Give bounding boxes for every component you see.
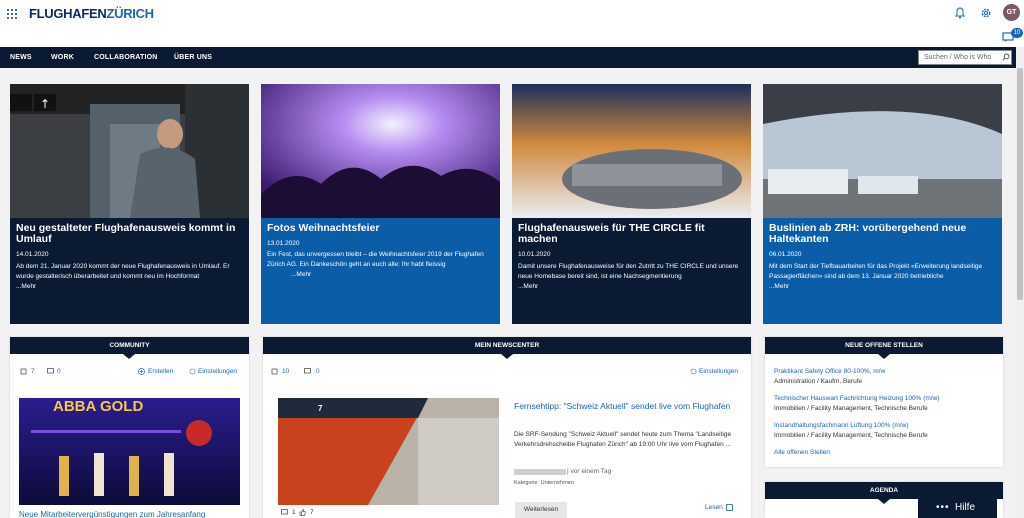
news-more-link[interactable]: ...Mehr [291, 270, 500, 280]
newscenter-comment-count: 0 [316, 368, 320, 375]
jobs-heading-notch [878, 354, 890, 359]
gear-icon[interactable] [980, 7, 992, 19]
nav-item-collaboration[interactable]: COLLABORATION [94, 47, 158, 68]
help-dots-icon: ••• [936, 502, 950, 513]
like-icon[interactable] [20, 368, 27, 375]
news-card-3[interactable]: Flughafenausweis für THE CIRCLE fit mach… [512, 84, 751, 324]
help-button[interactable]: ••• Hilfe [918, 497, 997, 518]
community-post-title[interactable]: Neue Mitarbeitervergünstigungen zum Jahr… [19, 510, 205, 518]
newscenter-settings-button[interactable]: Einstellungen [699, 368, 738, 375]
news-title[interactable]: Fotos Weihnachtsfeier [267, 223, 495, 234]
newscenter-author-placeholder [514, 469, 566, 475]
avatar[interactable]: GT [1003, 4, 1020, 21]
newscenter-heading: MEIN NEWSCENTER [263, 337, 751, 354]
news-card-2[interactable]: Fotos Weihnachtsfeier 13.01.2020 Ein Fes… [261, 84, 500, 324]
job-title[interactable]: Praktikant Safety Office 80-100%, m/w [774, 368, 885, 375]
search-input[interactable]: Suchen / Who is Who [918, 50, 1012, 65]
comment-icon[interactable] [281, 509, 288, 516]
all-jobs-link[interactable]: Alle offenen Stellen [774, 449, 830, 456]
newscenter-article-meta: | vor einem Tag [567, 468, 612, 475]
news-teaser: Damit unsere Flughafenausweise für den Z… [518, 263, 739, 280]
news-image-bus [763, 84, 1002, 218]
community-create-button[interactable]: Erstellen [148, 368, 173, 375]
community-comment-count: 0 [57, 368, 61, 375]
search-icon[interactable] [1002, 53, 1010, 61]
news-title[interactable]: Neu gestalteter Flughafenausweis kommt i… [16, 223, 244, 245]
job-category: Administration / Kaufm. Berufe [774, 378, 863, 385]
logo-accent: ZÜRICH [106, 6, 154, 21]
svg-text:↑: ↑ [40, 97, 50, 111]
agenda-heading-notch [878, 499, 890, 504]
community-poster-text: ABBA GOLD [53, 398, 144, 415]
news-title[interactable]: Flughafenausweis für THE CIRCLE fit mach… [518, 223, 746, 245]
newscenter-article-title[interactable]: Fernsehtipp: "Schweiz Aktuell" sendet li… [514, 400, 739, 412]
news-image-party [261, 84, 500, 218]
news-more-link[interactable]: ...Mehr [518, 282, 746, 292]
app-launcher-icon[interactable] [7, 9, 17, 19]
newscenter-footer-likes: 7 [310, 509, 314, 516]
job-title[interactable]: Technischer Hauswart Fachrichtung Heizun… [774, 395, 939, 402]
chat-badge: 10 [1011, 28, 1023, 38]
top-header: FLUGHAFENZÜRICH GT 10 [0, 0, 1024, 47]
newscenter-like-count: 10 [282, 368, 290, 375]
train-number: 7 [318, 404, 323, 413]
news-more-link[interactable]: ...Mehr [16, 282, 244, 292]
help-label: Hilfe [955, 502, 976, 513]
news-date: 13.01.2020 [267, 240, 300, 247]
news-teaser: Ab dem 21. Januar 2020 kommt der neue Fl… [16, 263, 230, 280]
job-category: Immobilien / Facility Management, Techni… [774, 405, 928, 412]
thumbs-up-icon[interactable] [299, 509, 306, 516]
newscenter-article-text: Die SRF-Sendung "Schweiz Aktuell" sendet… [514, 431, 732, 448]
read-more-button[interactable]: Weiterlesen [515, 502, 567, 518]
job-title[interactable]: Instandhaltungsfachmann Lüftung 100% (m/… [774, 422, 908, 429]
comment-icon[interactable] [47, 368, 54, 375]
news-title[interactable]: Buslinien ab ZRH: vorübergehend neue Hal… [769, 223, 997, 245]
newscenter-panel: MEIN NEWSCENTER 10 0 Einstellungen 7 Fer… [263, 337, 751, 518]
logo-main: FLUGHAFEN [29, 6, 107, 21]
main-nav: NEWS WORK COLLABORATION ÜBER UNS [0, 47, 1016, 68]
comment-icon[interactable] [304, 368, 311, 375]
nav-item-work[interactable]: WORK [51, 47, 74, 68]
jobs-panel: NEUE OFFENE STELLEN Praktikant Safety Of… [765, 337, 1003, 467]
newscenter-footer-comments: 1 [292, 509, 296, 516]
scrollbar-thumb[interactable] [1017, 68, 1023, 300]
news-image-circle [512, 84, 751, 218]
checkbox-icon[interactable] [726, 504, 733, 511]
news-date: 06.01.2020 [769, 251, 802, 258]
jobs-heading: NEUE OFFENE STELLEN [765, 337, 1003, 354]
community-like-count: 7 [31, 368, 35, 375]
community-heading-notch [123, 354, 135, 359]
community-heading: COMMUNITY [10, 337, 249, 354]
newscenter-category: Kategorie: Unternehmen [514, 480, 574, 486]
bell-icon[interactable] [955, 7, 965, 19]
news-card-1[interactable]: ↑ Neu gestalteter Flughafenausweis kommt… [10, 84, 249, 324]
job-category: Immobilien / Facility Management, Techni… [774, 432, 928, 439]
community-panel: COMMUNITY 7 0 Erstellen Einstellungen AB… [10, 337, 249, 518]
news-image-badge: ↑ [10, 84, 249, 218]
like-icon[interactable] [271, 368, 278, 375]
newscenter-read-label[interactable]: Lesen [705, 504, 723, 511]
news-more-link[interactable]: ...Mehr [769, 282, 997, 292]
community-settings-button[interactable]: Einstellungen [198, 368, 237, 375]
nav-item-news[interactable]: NEWS [10, 47, 32, 68]
settings-icon[interactable] [189, 368, 196, 375]
newscenter-article-image[interactable] [278, 398, 499, 505]
plus-circle-icon[interactable] [138, 368, 145, 375]
news-card-4[interactable]: Buslinien ab ZRH: vorübergehend neue Hal… [763, 84, 1002, 324]
logo[interactable]: FLUGHAFENZÜRICH [29, 6, 154, 21]
news-teaser: Ein Fest, das unvergessen bleibt – die W… [267, 251, 484, 268]
newscenter-heading-notch [501, 354, 513, 359]
news-date: 10.01.2020 [518, 251, 551, 258]
nav-item-ueber-uns[interactable]: ÜBER UNS [174, 47, 212, 68]
settings-icon[interactable] [690, 368, 697, 375]
news-teaser: Mit dem Start der Tiefbauarbeiten für da… [769, 263, 983, 280]
news-date: 14.01.2020 [16, 251, 49, 258]
